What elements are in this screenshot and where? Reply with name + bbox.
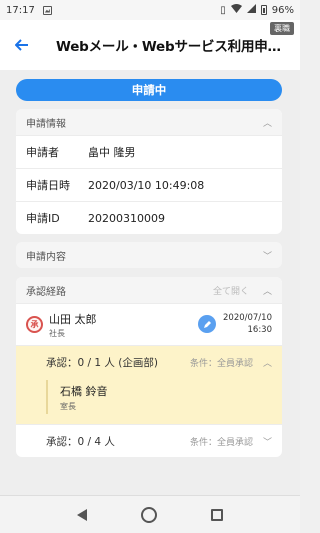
battery-level: 96% xyxy=(271,4,294,16)
row-value: 20200310009 xyxy=(88,211,165,225)
application-info-header[interactable]: 申請情報 ︿ xyxy=(16,109,282,135)
section-title: 申請情報 xyxy=(26,118,66,130)
app-bar: Webメール・Webサービス利用申… 裏職 xyxy=(0,20,300,70)
chevron-down-icon: ﹀ xyxy=(262,437,272,448)
pencil-icon xyxy=(203,320,211,328)
system-nav-bar xyxy=(0,495,300,533)
member-name: 石橋 鈴音 xyxy=(60,384,108,398)
open-all-button[interactable]: 全て開く xyxy=(213,284,249,297)
step-condition: 条件：全員承認 xyxy=(189,437,253,448)
approval-seal-icon: 承 xyxy=(26,316,43,333)
application-info-card: 申請情報 ︿ 申請者 畠中 隆男 申請日時 2020/03/10 10:49:0… xyxy=(16,109,282,234)
page-title: Webメール・Webサービス利用申… xyxy=(56,39,281,55)
chevron-up-icon: ︿ xyxy=(262,358,272,369)
step-condition: 条件：全員承認 xyxy=(189,358,253,369)
section-title: 承認経路 xyxy=(26,286,66,298)
row-value: 畠中 隆男 xyxy=(88,146,136,159)
vibrate-icon: ▯ xyxy=(220,4,226,16)
application-content-header[interactable]: 申請内容 ﹀ xyxy=(16,242,282,268)
row-label: 申請者 xyxy=(26,146,59,159)
approval-timestamp: 2020/07/10 16:30 xyxy=(223,312,272,336)
approval-step-2[interactable]: 承認：0 / 4 人 条件：全員承認 ﹀ xyxy=(16,424,282,457)
arrow-left-icon xyxy=(15,39,28,51)
member-role: 室長 xyxy=(60,401,76,411)
row-label: 申請日時 xyxy=(26,179,70,192)
step-1-members: 石橋 鈴音 室長 xyxy=(16,378,282,424)
row-label: 申請ID xyxy=(26,212,60,225)
battery-icon xyxy=(260,5,267,15)
edit-button[interactable] xyxy=(198,315,216,333)
chevron-down-icon: ﹀ xyxy=(262,251,272,262)
info-row-datetime: 申請日時 2020/03/10 10:49:08 xyxy=(16,168,282,201)
image-notification-icon xyxy=(42,5,52,15)
approval-route-header: 承認経路 全て開く ︿ xyxy=(16,277,282,303)
member-item: 石橋 鈴音 室長 xyxy=(46,380,282,414)
row-value: 2020/03/10 10:49:08 xyxy=(88,178,205,192)
signal-icon xyxy=(246,4,256,16)
notification-icons xyxy=(42,5,52,15)
status-badge: 申請中 xyxy=(16,79,282,101)
approver-row: 承 山田 太郎 社長 2020/07/10 16:30 xyxy=(16,303,282,345)
approval-time: 16:30 xyxy=(247,325,273,335)
application-content-card: 申請内容 ﹀ xyxy=(16,242,282,268)
approval-route-card: 承認経路 全て開く ︿ 承 山田 太郎 社長 2020/07/10 16:30 … xyxy=(16,277,282,457)
status-time: 17:17 xyxy=(6,4,35,16)
approver-info: 山田 太郎 社長 xyxy=(49,311,97,339)
section-title: 申請内容 xyxy=(26,251,66,263)
info-row-id: 申請ID 20200310009 xyxy=(16,201,282,234)
nav-back-icon[interactable] xyxy=(77,508,87,521)
environment-badge: 裏職 xyxy=(270,22,294,35)
step-label: 承認：0 / 4 人 xyxy=(46,435,115,448)
nav-recents-icon[interactable] xyxy=(211,508,223,521)
back-button[interactable] xyxy=(0,23,44,67)
wifi-icon xyxy=(230,4,242,16)
chevron-up-icon[interactable]: ︿ xyxy=(263,284,272,297)
approval-step-1[interactable]: 承認：0 / 1 人 (企画部) 条件：全員承認 ︿ xyxy=(16,345,282,378)
approver-role: 社長 xyxy=(49,328,65,338)
main-content[interactable]: 申請中 申請情報 ︿ 申請者 畠中 隆男 申請日時 2020/03/10 10:… xyxy=(0,70,300,495)
approval-date: 2020/07/10 xyxy=(223,313,272,323)
info-row-applicant: 申請者 畠中 隆男 xyxy=(16,135,282,168)
chevron-up-icon: ︿ xyxy=(262,118,272,129)
step-label: 承認：0 / 1 人 (企画部) xyxy=(46,356,158,369)
system-icons: ▯ 96% xyxy=(220,4,294,16)
approver-name: 山田 太郎 xyxy=(49,312,97,326)
nav-home-icon[interactable] xyxy=(141,506,157,523)
status-bar: 17:17 ▯ 96% xyxy=(0,0,300,20)
